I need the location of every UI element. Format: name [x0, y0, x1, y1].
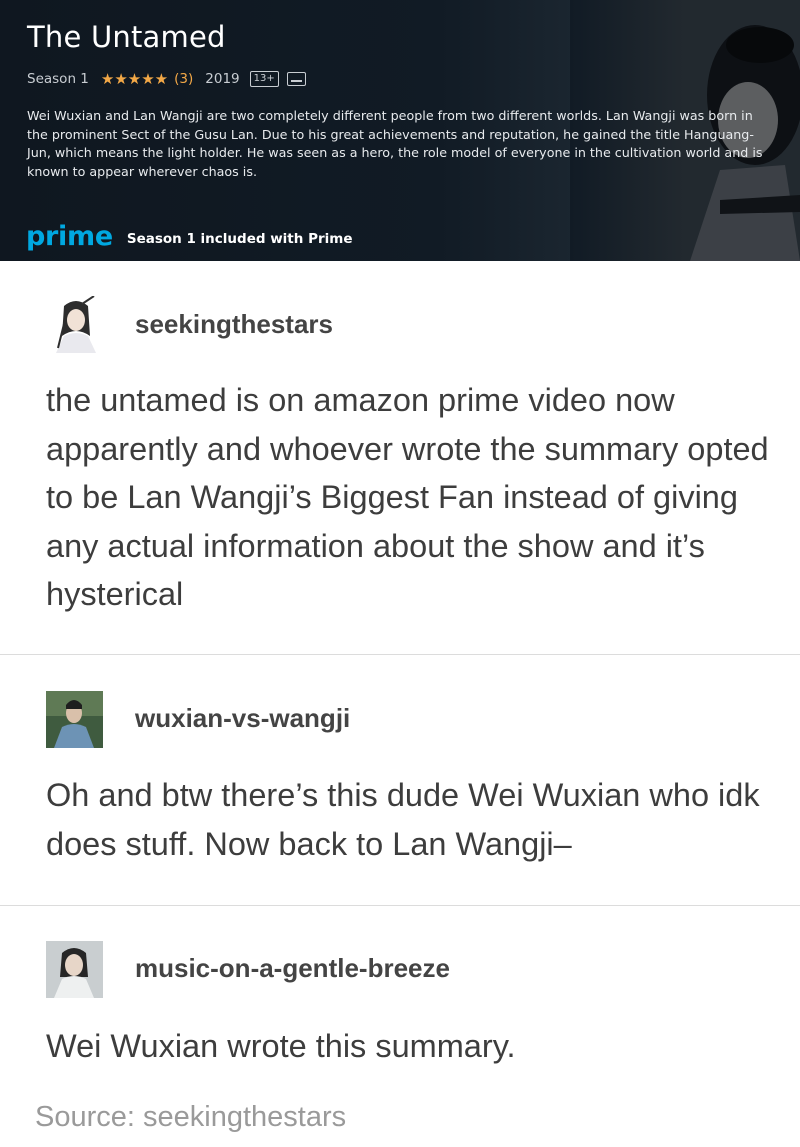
prime-row: prime Season 1 included with Prime	[26, 222, 352, 252]
star-rating[interactable]: ★★★★★	[101, 70, 168, 88]
prime-included-text: Season 1 included with Prime	[126, 230, 353, 247]
prime-logo: prime	[26, 221, 113, 252]
username[interactable]: music-on-a-gentle-breeze	[135, 953, 450, 984]
post-music-on-a-gentle-breeze: music-on-a-gentle-breeze Wei Wuxian wrot…	[0, 906, 800, 1096]
show-synopsis: Wei Wuxian and Lan Wangji are two comple…	[27, 108, 763, 180]
subtitles-icon	[286, 72, 306, 86]
season-label: Season 1	[27, 71, 89, 87]
avatar[interactable]	[46, 296, 103, 353]
rating-count[interactable]: (3)	[174, 71, 193, 87]
post-body: the untamed is on amazon prime video now…	[46, 382, 769, 612]
post-body: Oh and btw there’s this dude Wei Wuxian …	[46, 777, 760, 862]
username[interactable]: wuxian-vs-wangji	[135, 703, 350, 734]
avatar[interactable]	[46, 941, 103, 998]
show-banner: The Untamed Season 1 ★★★★★ (3) 2019 13+ …	[0, 0, 800, 261]
show-title: The Untamed	[27, 20, 226, 54]
release-year: 2019	[205, 71, 240, 87]
post-wuxian-vs-wangji: wuxian-vs-wangji Oh and btw there’s this…	[0, 655, 800, 906]
age-rating-badge: 13+	[249, 71, 279, 87]
avatar[interactable]	[46, 691, 103, 748]
username[interactable]: seekingthestars	[135, 309, 333, 340]
post-body: Wei Wuxian wrote this summary.	[46, 1028, 516, 1064]
source-caption: Source: seekingthestars	[35, 1101, 347, 1133]
show-meta: Season 1 ★★★★★ (3) 2019 13+	[27, 69, 306, 89]
post-seekingthestars: seekingthestars the untamed is on amazon…	[0, 261, 800, 655]
